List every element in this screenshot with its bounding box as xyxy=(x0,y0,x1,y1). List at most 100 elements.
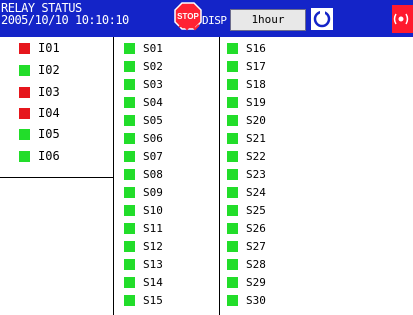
status-indicator xyxy=(227,42,238,54)
status-indicator xyxy=(227,132,238,144)
status-indicator xyxy=(124,186,135,198)
status-indicator xyxy=(19,86,30,98)
item-label: S19 xyxy=(246,95,266,109)
item-label: S08 xyxy=(143,167,163,181)
item-label: S29 xyxy=(246,275,266,289)
list-item: S01 xyxy=(124,39,163,57)
status-indicator xyxy=(227,276,238,288)
item-label: S24 xyxy=(246,185,266,199)
item-label: S02 xyxy=(143,59,163,73)
datetime-readout: 2005/10/10 10:10:10 xyxy=(1,13,129,27)
item-label: S22 xyxy=(246,149,266,163)
list-item: S24 xyxy=(227,183,266,201)
list-item: S04 xyxy=(124,93,163,111)
list-item: S09 xyxy=(124,183,163,201)
list-item: S26 xyxy=(227,219,266,237)
status-indicator xyxy=(124,294,135,306)
status-indicator xyxy=(124,204,135,216)
column-divider xyxy=(219,37,220,315)
stop-icon[interactable]: STOP xyxy=(174,2,202,32)
status-indicator xyxy=(124,42,135,54)
item-label: S09 xyxy=(143,185,163,199)
status-indicator xyxy=(227,258,238,270)
item-label: I06 xyxy=(38,149,60,163)
status-indicator xyxy=(227,60,238,72)
item-label: S16 xyxy=(246,41,266,55)
item-label: S07 xyxy=(143,149,163,163)
status-indicator xyxy=(124,114,135,126)
list-item: I03 xyxy=(19,83,60,101)
display-span-select[interactable]: 1hour xyxy=(230,9,306,31)
status-indicator xyxy=(124,222,135,234)
list-item: S19 xyxy=(227,93,266,111)
list-item: S13 xyxy=(124,255,163,273)
column-divider xyxy=(113,37,114,315)
item-label: S06 xyxy=(143,131,163,145)
list-item: I02 xyxy=(19,61,60,79)
item-label: I03 xyxy=(38,85,60,99)
list-item: S02 xyxy=(124,57,163,75)
list-item: S29 xyxy=(227,273,266,291)
status-indicator xyxy=(19,150,30,162)
input-section-divider xyxy=(0,177,113,178)
status-indicator xyxy=(19,64,30,76)
item-label: I04 xyxy=(38,106,60,120)
status-indicator xyxy=(124,240,135,252)
item-label: I02 xyxy=(38,63,60,77)
list-item: S06 xyxy=(124,129,163,147)
status-indicator xyxy=(124,60,135,72)
list-item: S14 xyxy=(124,273,163,291)
list-item: S11 xyxy=(124,219,163,237)
status-indicator xyxy=(19,128,30,140)
status-indicator xyxy=(124,258,135,270)
status-indicator xyxy=(227,168,238,180)
list-item: S23 xyxy=(227,165,266,183)
item-label: S27 xyxy=(246,239,266,253)
list-item: S15 xyxy=(124,291,163,309)
status-indicator xyxy=(227,240,238,252)
item-label: S13 xyxy=(143,257,163,271)
list-item: S20 xyxy=(227,111,266,129)
item-label: S28 xyxy=(246,257,266,271)
list-item: S28 xyxy=(227,255,266,273)
header-bar: RELAY STATUS 2005/10/10 10:10:10 STOP DI… xyxy=(0,0,413,37)
item-label: S20 xyxy=(246,113,266,127)
status-indicator xyxy=(124,276,135,288)
list-item: S18 xyxy=(227,75,266,93)
alarm-indicator-icon[interactable] xyxy=(392,5,413,33)
list-item: S08 xyxy=(124,165,163,183)
item-label: S14 xyxy=(143,275,163,289)
item-label: S11 xyxy=(143,221,163,235)
item-label: S04 xyxy=(143,95,163,109)
item-label: S25 xyxy=(246,203,266,217)
list-item: S22 xyxy=(227,147,266,165)
list-item: S30 xyxy=(227,291,266,309)
status-indicator xyxy=(227,150,238,162)
status-indicator xyxy=(124,96,135,108)
status-indicator xyxy=(124,132,135,144)
title-block: RELAY STATUS 2005/10/10 10:10:10 xyxy=(1,2,129,26)
refresh-icon xyxy=(313,9,331,28)
status-indicator xyxy=(227,96,238,108)
status-indicator xyxy=(124,78,135,90)
item-label: S05 xyxy=(143,113,163,127)
item-label: S12 xyxy=(143,239,163,253)
status-indicator xyxy=(19,107,30,119)
display-toggle-button[interactable] xyxy=(309,6,335,32)
list-item: S25 xyxy=(227,201,266,219)
list-item: S10 xyxy=(124,201,163,219)
list-item: S17 xyxy=(227,57,266,75)
item-label: S18 xyxy=(246,77,266,91)
disp-label: DISP xyxy=(202,14,227,27)
list-item: S03 xyxy=(124,75,163,93)
item-label: S21 xyxy=(246,131,266,145)
list-item: S05 xyxy=(124,111,163,129)
item-label: S01 xyxy=(143,41,163,55)
stop-icon-label: STOP xyxy=(177,12,199,21)
list-item: I06 xyxy=(19,147,60,165)
status-indicator xyxy=(227,114,238,126)
item-label: I05 xyxy=(38,127,60,141)
status-indicator xyxy=(227,222,238,234)
status-indicator xyxy=(124,150,135,162)
status-indicator xyxy=(227,204,238,216)
